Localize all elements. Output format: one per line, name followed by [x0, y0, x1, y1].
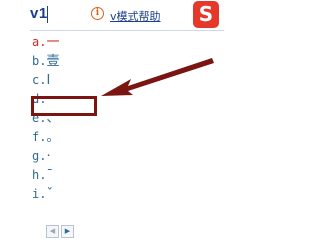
info-icon[interactable]: i	[91, 7, 104, 20]
candidate-item-a[interactable]: a.一	[32, 33, 112, 52]
candidate-key: f.	[32, 130, 47, 144]
candidate-list: a.一 b.壹 c.Ⅰ d. e.、 f.。 g.· h.ˉ i.ˇ	[32, 33, 112, 204]
candidate-key: a.	[32, 35, 47, 49]
candidate-key: h.	[32, 168, 47, 182]
prev-page-button[interactable]: ◀	[46, 225, 59, 238]
text-caret	[47, 6, 48, 23]
candidate-item-c[interactable]: c.Ⅰ	[32, 71, 112, 90]
composition-text: v1	[30, 5, 48, 22]
ime-candidate-panel: v1 i v模式帮助 S a.一 b.壹 c.Ⅰ d. e.、 f.。 g.· …	[0, 0, 260, 244]
candidate-item-b[interactable]: b.壹	[32, 52, 112, 71]
candidate-key: c.	[32, 73, 47, 87]
candidate-item-h[interactable]: h.ˉ	[32, 166, 112, 185]
candidate-item-g[interactable]: g.·	[32, 147, 112, 166]
candidate-value: ·	[46, 149, 51, 164]
candidate-value: ˇ	[46, 187, 53, 202]
candidate-value: Ⅰ	[46, 73, 51, 88]
candidate-value: ˉ	[46, 168, 53, 183]
candidate-value: 壹	[46, 54, 60, 69]
v-mode-help-link[interactable]: v模式帮助	[110, 8, 161, 24]
page-navigation: ◀ ▶	[46, 225, 75, 238]
sogou-logo-icon[interactable]: S	[193, 1, 219, 28]
annotation-highlight-box	[31, 96, 97, 116]
candidate-value: 。	[46, 130, 60, 145]
header-divider	[30, 30, 224, 31]
candidate-item-f[interactable]: f.。	[32, 128, 112, 147]
candidate-value: 一	[46, 35, 60, 50]
ime-header: v1 i v模式帮助 S	[0, 0, 230, 30]
candidate-key: g.	[32, 149, 47, 163]
candidate-key: i.	[32, 187, 47, 201]
candidate-item-i[interactable]: i.ˇ	[32, 185, 112, 204]
candidate-key: b.	[32, 54, 47, 68]
next-page-button[interactable]: ▶	[61, 225, 74, 238]
